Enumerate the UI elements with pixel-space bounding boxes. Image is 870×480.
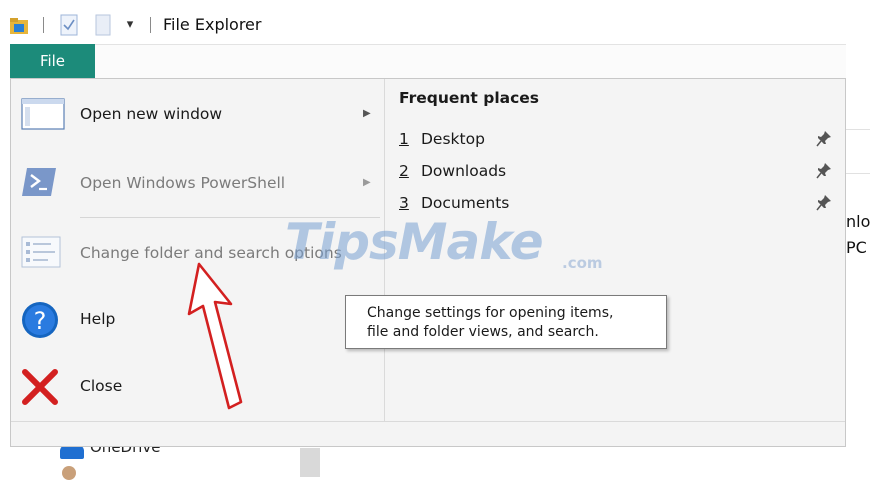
window-icon xyxy=(21,98,65,130)
pin-icon[interactable] xyxy=(816,194,832,212)
close-icon xyxy=(22,369,58,405)
menu-divider xyxy=(11,421,845,422)
frequent-place-downloads[interactable]: 2 Downloads xyxy=(389,162,845,192)
tooltip-line: file and folder views, and search. xyxy=(367,324,599,340)
place-name: Desktop xyxy=(421,130,485,148)
svg-text:?: ? xyxy=(34,307,47,335)
folder-icon[interactable] xyxy=(10,16,28,36)
menu-item-open-powershell[interactable]: Open Windows PowerShell ▶ xyxy=(11,152,384,212)
place-number: 1 xyxy=(399,130,409,148)
menu-item-label: Open new window xyxy=(80,105,223,123)
place-number: 3 xyxy=(399,194,409,212)
customize-toolbar-dropdown[interactable]: ▾ xyxy=(123,14,137,36)
annotation-arrow-icon xyxy=(187,262,243,410)
toolbar-separator xyxy=(150,17,151,33)
frequent-places-title: Frequent places xyxy=(399,89,540,107)
folder-options-tooltip: Change settings for opening items, file … xyxy=(345,295,667,349)
tooltip-line: Change settings for opening items, xyxy=(367,305,614,321)
help-icon: ? xyxy=(22,302,58,338)
user-icon xyxy=(62,466,76,480)
menu-item-label: Open Windows PowerShell xyxy=(80,174,286,192)
navigation-scrollbar[interactable] xyxy=(300,448,320,477)
divider xyxy=(846,173,870,174)
tab-file[interactable]: File xyxy=(10,44,95,78)
powershell-icon xyxy=(22,168,56,196)
menu-item-label: Help xyxy=(80,310,116,328)
menu-item-open-new-window[interactable]: Open new window ▶ xyxy=(11,84,384,144)
toolbar-separator xyxy=(43,17,44,33)
divider xyxy=(846,129,870,130)
submenu-arrow-icon: ▶ xyxy=(363,108,371,119)
properties-icon[interactable] xyxy=(60,14,78,36)
frequent-place-desktop[interactable]: 1 Desktop xyxy=(389,130,845,160)
watermark-logo: TipsMake xyxy=(285,213,544,271)
menu-item-label: Close xyxy=(80,377,123,395)
pin-icon[interactable] xyxy=(816,130,832,148)
pin-icon[interactable] xyxy=(816,162,832,180)
watermark-suffix: .com xyxy=(562,254,603,272)
content-text-fragment: nlo xyxy=(846,212,870,231)
place-number: 2 xyxy=(399,162,409,180)
content-text-fragment: PC xyxy=(846,238,867,257)
ribbon-tabs xyxy=(10,44,846,80)
new-folder-icon[interactable] xyxy=(95,14,111,36)
place-name: Downloads xyxy=(421,162,507,180)
onedrive-icon xyxy=(60,445,84,459)
explorer-content-pane xyxy=(846,78,870,477)
folder-options-icon xyxy=(21,236,61,268)
window-title: File Explorer xyxy=(163,15,262,34)
title-bar: ▾ File Explorer xyxy=(0,0,870,44)
submenu-arrow-icon: ▶ xyxy=(363,177,371,188)
place-name: Documents xyxy=(421,194,510,212)
